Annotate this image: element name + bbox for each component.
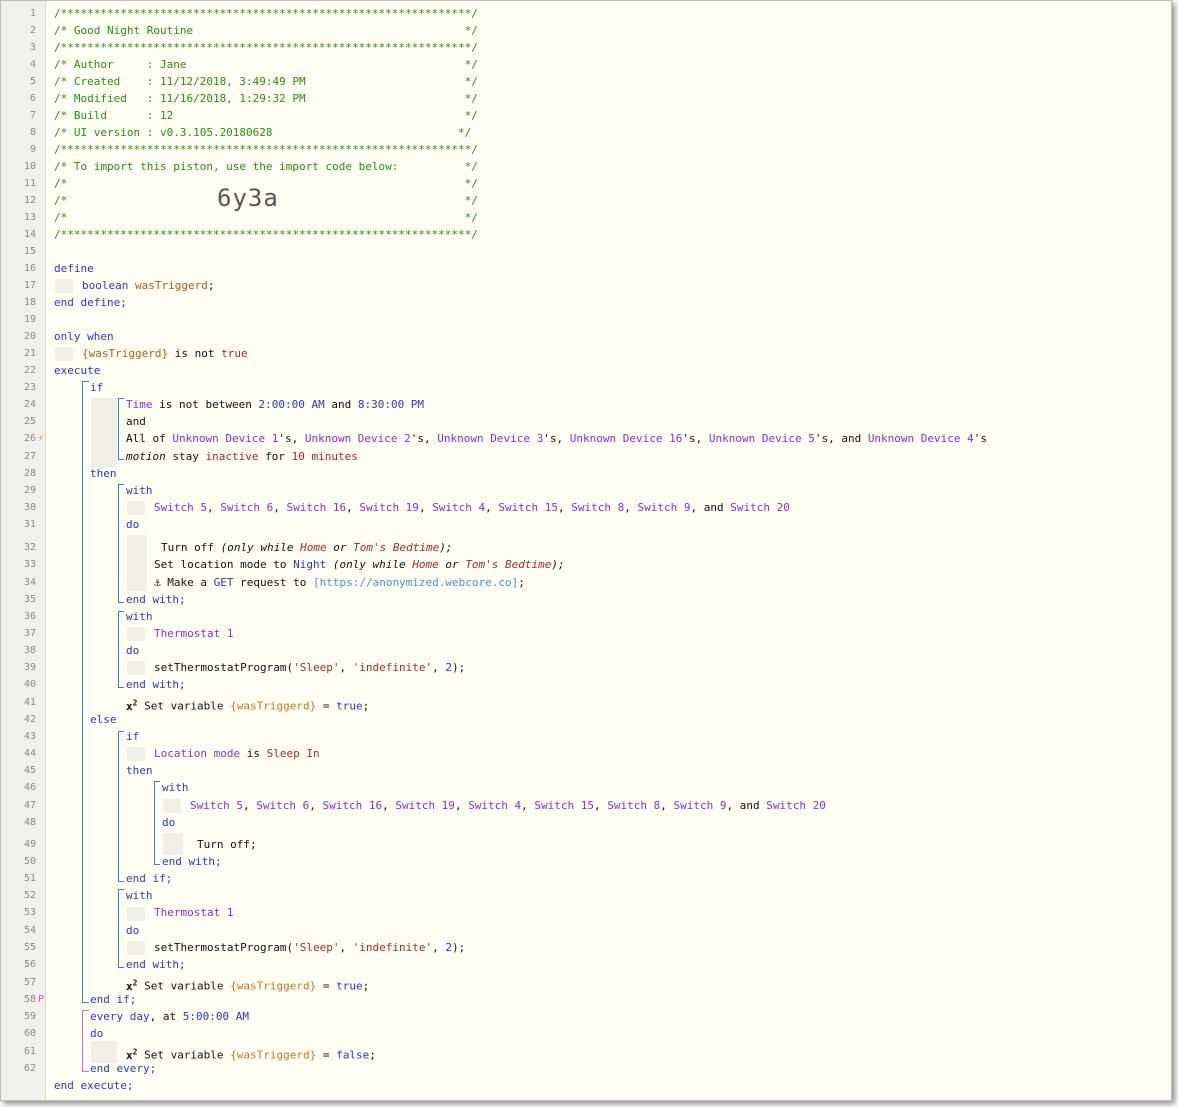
code-line[interactable]: setThermostatProgram('Sleep', 'indefinit… (154, 941, 465, 955)
code-line[interactable]: end every; (90, 1062, 156, 1076)
comment-line[interactable]: /***************************************… (54, 143, 478, 157)
code-line[interactable]: with (126, 610, 153, 624)
code-line[interactable]: do (90, 1027, 103, 1041)
indent-shade (91, 1041, 117, 1063)
comment-modified[interactable]: /* Modified : 11/16/2018, 1:29:32 PM */ (54, 92, 478, 106)
code-line[interactable]: Thermostat 1 (154, 906, 233, 920)
code-line[interactable]: Thermostat 1 (154, 627, 233, 641)
code-line[interactable]: {wasTriggerd} is not true (82, 347, 248, 361)
with-bracket (118, 889, 124, 968)
code-line[interactable]: Location mode is Sleep In (154, 747, 320, 761)
code-line[interactable]: else (90, 713, 117, 727)
code-line[interactable]: end with; (162, 855, 222, 869)
condition-devices[interactable]: All of Unknown Device 1's, Unknown Devic… (126, 432, 987, 446)
code-line[interactable]: and (126, 415, 146, 429)
code-line[interactable]: if (126, 730, 139, 744)
code-line[interactable]: x2 Set variable {wasTriggerd} = true; (126, 976, 369, 994)
indent-shade (163, 833, 183, 855)
code-line[interactable]: x2 Set variable {wasTriggerd} = false; (126, 1045, 376, 1063)
indent-shade (127, 907, 145, 921)
indent-shade (91, 398, 117, 468)
code-line[interactable]: end define; (54, 296, 127, 310)
switch-list[interactable]: Switch 5, Switch 6, Switch 16, Switch 19… (190, 799, 826, 813)
anchor-icon: ⚓ (154, 576, 161, 589)
import-code: 6y3a (217, 184, 279, 212)
code-line[interactable]: end execute; (54, 1079, 133, 1093)
indent-shade (55, 279, 73, 293)
execute-if-bracket (82, 381, 89, 1003)
comment-line[interactable]: /***************************************… (54, 41, 478, 55)
code-line[interactable]: with (126, 484, 153, 498)
comment-line[interactable]: /***************************************… (54, 228, 478, 242)
code-line[interactable]: do (126, 644, 139, 658)
code-line[interactable]: only when (54, 330, 114, 344)
comment-author[interactable]: /* Author : Jane */ (54, 58, 478, 72)
code-line[interactable]: motion stay inactive for 10 minutes (126, 450, 358, 464)
comment-created[interactable]: /* Created : 11/12/2018, 3:49:49 PM */ (54, 75, 478, 89)
code-line[interactable]: ⚓ Make a GET request to [https://anonymi… (154, 576, 525, 590)
code-area: /***************************************… (1, 1, 1171, 1100)
comment-title[interactable]: /* Good Night Routine */ (54, 24, 478, 38)
indent-shade (55, 347, 73, 361)
code-line[interactable]: boolean wasTriggerd; (82, 279, 214, 293)
code-line[interactable]: every day, at 5:00:00 AM (90, 1010, 249, 1024)
comment-ui-version[interactable]: /* UI version : v0.3.105.20180628 */ (54, 126, 471, 140)
condition-bracket (118, 398, 124, 460)
code-line[interactable]: Set location mode to Night (only while H… (154, 558, 565, 572)
code-line[interactable]: if (90, 381, 103, 395)
indent-shade (127, 535, 147, 591)
code-line[interactable]: with (162, 781, 189, 795)
indent-shade (163, 799, 181, 813)
comment-line[interactable]: /***************************************… (54, 7, 478, 21)
code-line[interactable]: do (126, 518, 139, 532)
code-line[interactable]: setThermostatProgram('Sleep', 'indefinit… (154, 661, 465, 675)
code-line[interactable]: define (54, 262, 94, 276)
code-line[interactable]: do (162, 816, 175, 830)
code-line[interactable]: Turn off; (197, 838, 257, 852)
code-line[interactable]: with (126, 889, 153, 903)
indent-shade (127, 747, 145, 761)
code-line[interactable]: end if; (126, 872, 172, 886)
with-bracket (118, 484, 124, 603)
code-line[interactable]: then (126, 764, 153, 778)
code-line[interactable]: x2 Set variable {wasTriggerd} = true; (126, 696, 369, 714)
switch-list[interactable]: Switch 5, Switch 6, Switch 16, Switch 19… (154, 501, 790, 515)
comment-line[interactable]: /* */ (54, 211, 478, 225)
code-line[interactable]: do (126, 924, 139, 938)
code-line[interactable]: end with; (126, 958, 186, 972)
piston-editor: 1 2 3 4 5 6 7 8 9 10 11 12 13 14 15 16 17 18 19 20 21 22 23 24 2… (0, 0, 1172, 1101)
indent-shade (127, 941, 145, 955)
code-line[interactable]: Time is not between 2:00:00 AM and 8:30:… (126, 398, 424, 412)
every-bracket (82, 1010, 89, 1072)
indent-shade (127, 501, 145, 515)
comment-build[interactable]: /* Build : 12 */ (54, 109, 478, 123)
comment-import-note[interactable]: /* To import this piston, use the import… (54, 160, 478, 174)
with-bracket (154, 781, 160, 865)
indent-shade (127, 627, 145, 641)
indent-shade (127, 661, 145, 675)
code-line[interactable]: end with; (126, 593, 186, 607)
else-if-bracket (118, 731, 124, 882)
code-line[interactable]: end with; (126, 678, 186, 692)
code-line[interactable]: Turn off (only while Home or Tom's Bedti… (161, 541, 452, 555)
code-line[interactable]: end if; (90, 993, 136, 1007)
with-bracket (118, 611, 124, 688)
code-line[interactable]: execute (54, 364, 100, 378)
code-line[interactable]: then (90, 467, 117, 481)
